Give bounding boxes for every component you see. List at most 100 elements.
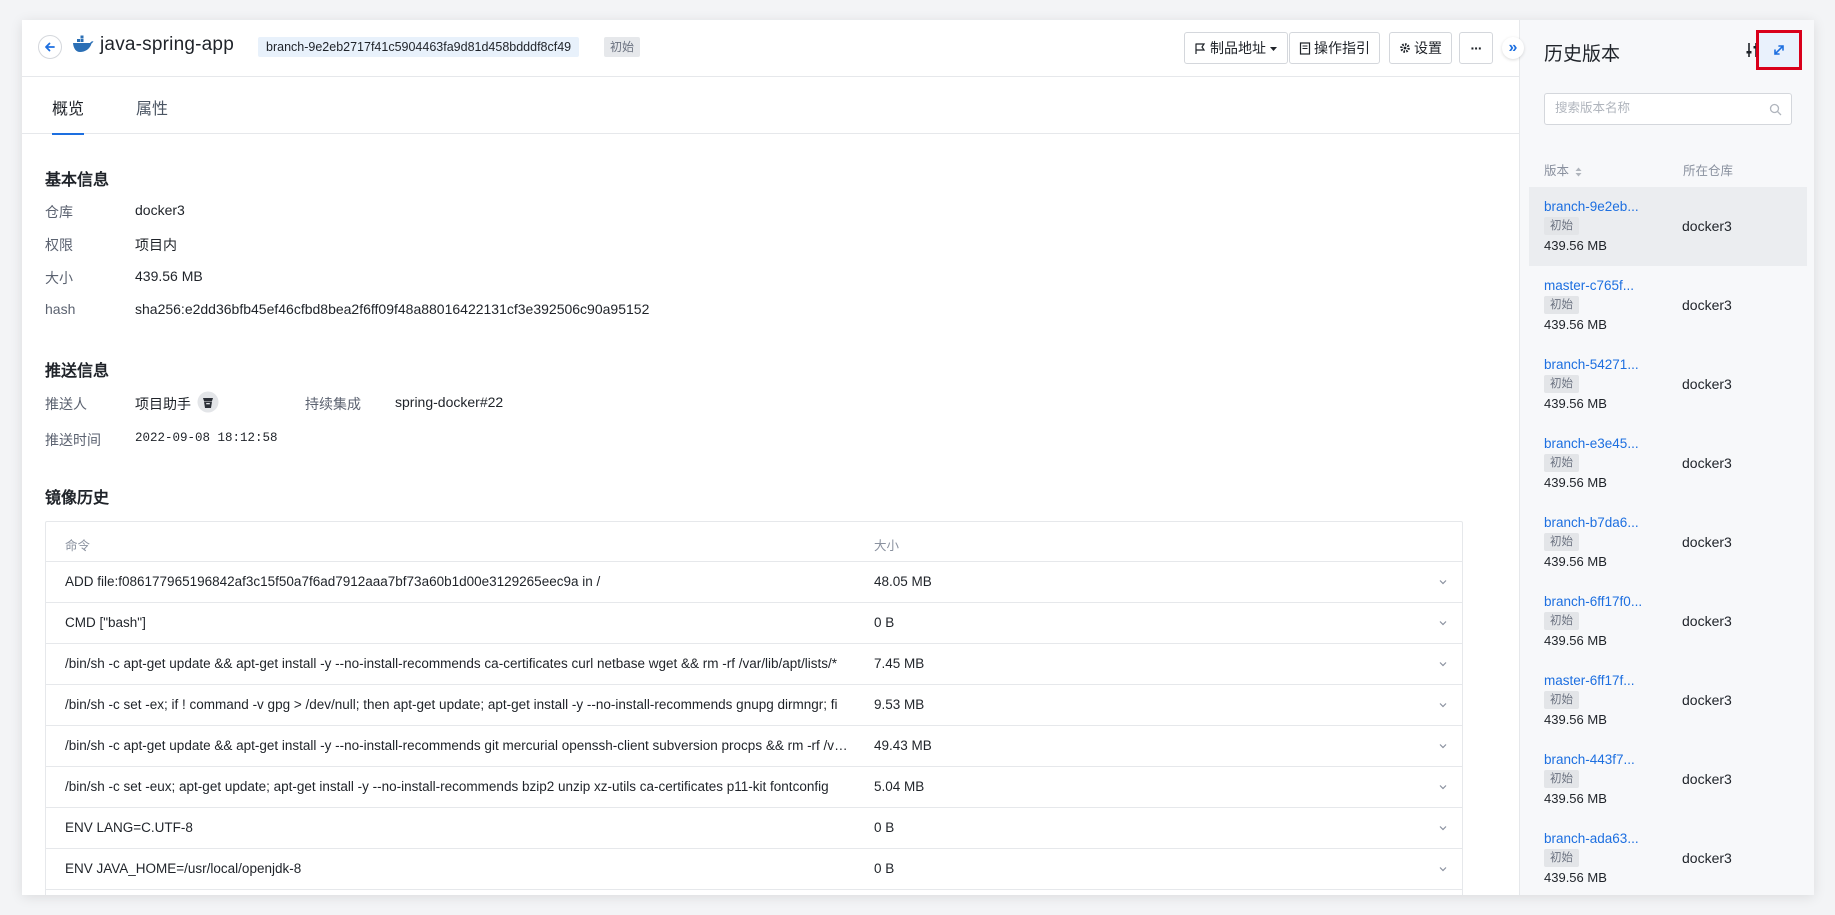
version-size: 439.56 MB <box>1544 712 1607 727</box>
header: java-spring-app branch-9e2eb2717f41c5904… <box>22 20 1519 77</box>
artifact-address-button[interactable]: 制品地址 <box>1184 32 1288 64</box>
version-search[interactable] <box>1544 93 1792 125</box>
expand-arrows-icon <box>1774 45 1784 55</box>
tab-properties[interactable]: 属性 <box>136 95 168 133</box>
size-cell: 7.45 MB <box>874 656 925 671</box>
version-size: 439.56 MB <box>1544 870 1607 885</box>
history-versions-panel: 历史版本 版本 所在仓库 branch-9e2eb...初始439.56 MBd <box>1519 20 1814 895</box>
version-column-header[interactable]: 版本 <box>1544 160 1582 179</box>
status-badge: 初始 <box>604 37 641 57</box>
more-button[interactable]: ··· <box>1459 32 1493 64</box>
table-row[interactable]: ADD file:f086177965196842af3c15f50a7f6ad… <box>46 562 1462 603</box>
version-name-link[interactable]: branch-443f7... <box>1544 752 1635 767</box>
chevron-down-icon[interactable] <box>1437 576 1449 588</box>
pusher-value: 项目助手 <box>135 396 191 412</box>
table-row[interactable]: CMD ["bash"] 0 B <box>46 603 1462 644</box>
size-cell: 0 B <box>874 615 895 630</box>
tab-overview[interactable]: 概览 <box>52 95 85 135</box>
size-column-header: 大小 <box>874 539 900 553</box>
version-name-link[interactable]: branch-54271... <box>1544 357 1639 372</box>
version-list-item[interactable]: branch-ada63... 初始 439.56 MB docker3 <box>1529 819 1807 895</box>
branch-tag: branch-9e2eb2717f41c5904463fa9d81d458bdd… <box>258 37 580 57</box>
settings-button[interactable]: 设置 <box>1389 32 1452 64</box>
gear-icon <box>1400 43 1410 53</box>
version-size: 439.56 MB <box>1544 554 1607 569</box>
robot-avatar <box>197 391 219 413</box>
chevron-down-icon[interactable] <box>1437 740 1449 752</box>
table-row[interactable]: /bin/sh -c apt-get update && apt-get ins… <box>46 726 1462 767</box>
collapse-panel-button[interactable]: » <box>1502 37 1524 59</box>
version-list-item[interactable]: branch-9e2eb... 初始 439.56 MB docker3 <box>1529 187 1807 266</box>
command-cell: ENV LANG=C.UTF-8 <box>65 820 193 835</box>
push-info-title: 推送信息 <box>45 363 110 380</box>
version-status-badge: 初始 <box>1544 691 1579 709</box>
version-name-link[interactable]: branch-b7da6... <box>1544 515 1639 530</box>
command-cell: ENV JAVA_HOME=/usr/local/openjdk-8 <box>65 861 302 876</box>
version-list-item[interactable]: master-6ff17f... 初始 439.56 MB docker3 <box>1529 661 1807 740</box>
back-button[interactable] <box>38 35 62 59</box>
artifact-detail: java-spring-app branch-9e2eb2717f41c5904… <box>22 20 1524 895</box>
hash-value: sha256:e2dd36bfb45ef46cfbd8bea2f6ff09f48… <box>135 301 650 317</box>
document-icon <box>1299 41 1311 55</box>
version-list-item[interactable]: branch-443f7... 初始 439.56 MB docker3 <box>1529 740 1807 819</box>
command-cell: ADD file:f086177965196842af3c15f50a7f6ad… <box>65 574 601 589</box>
hash-label: hash <box>45 301 76 317</box>
repo-column-header: 所在仓库 <box>1683 164 1734 178</box>
version-name-link[interactable]: master-c765f... <box>1544 278 1634 293</box>
settings-label: 设置 <box>1414 40 1442 56</box>
version-list-item[interactable]: branch-54271... 初始 439.56 MB docker3 <box>1529 345 1807 424</box>
command-cell: /bin/sh -c apt-get update && apt-get ins… <box>65 738 850 753</box>
size-cell: 5.04 MB <box>874 779 925 794</box>
size-cell: 0 B <box>874 820 895 835</box>
size-cell: 9.53 MB <box>874 697 925 712</box>
version-size: 439.56 MB <box>1544 317 1607 332</box>
tab-bar: 概览 属性 <box>22 77 1519 135</box>
version-status-badge: 初始 <box>1544 612 1579 630</box>
app-window: java-spring-app branch-9e2eb2717f41c5904… <box>22 20 1814 895</box>
version-name-link[interactable]: branch-9e2eb... <box>1544 199 1639 214</box>
table-row[interactable]: ENV JAVA_HOME=/usr/local/openjdk-8 0 B <box>46 849 1462 890</box>
chevron-down-icon[interactable] <box>1437 822 1449 834</box>
version-list-item[interactable]: branch-b7da6... 初始 439.56 MB docker3 <box>1529 503 1807 582</box>
push-time-value: 2022-09-08 18:12:58 <box>135 431 278 445</box>
table-row[interactable]: /bin/sh -c set -eux; apt-get update; apt… <box>46 767 1462 808</box>
version-list-item[interactable]: branch-e3e45... 初始 439.56 MB docker3 <box>1529 424 1807 503</box>
push-time-label: 推送时间 <box>45 432 101 448</box>
version-repo: docker3 <box>1682 850 1732 866</box>
permission-label: 权限 <box>45 237 73 253</box>
ci-value[interactable]: spring-docker#22 <box>395 394 503 410</box>
sort-icon <box>1575 167 1581 177</box>
version-status-badge: 初始 <box>1544 217 1579 235</box>
app-name: java-spring-app <box>100 34 234 55</box>
chevron-down-icon[interactable] <box>1437 781 1449 793</box>
table-row[interactable]: /bin/sh -c set -ex; if ! command -v gpg … <box>46 685 1462 726</box>
version-size: 439.56 MB <box>1544 791 1607 806</box>
docker-whale-icon <box>73 35 94 52</box>
chevron-down-icon[interactable] <box>1437 617 1449 629</box>
chevron-down-icon[interactable] <box>1437 658 1449 670</box>
version-name-link[interactable]: branch-e3e45... <box>1544 436 1639 451</box>
arrow-left-icon <box>45 42 55 52</box>
version-status-badge: 初始 <box>1544 454 1579 472</box>
version-repo: docker3 <box>1682 692 1732 708</box>
table-row[interactable]: ENV LANG=C.UTF-8 0 B <box>46 808 1462 849</box>
version-list-item[interactable]: branch-6ff17f0... 初始 439.56 MB docker3 <box>1529 582 1807 661</box>
chevron-down-icon[interactable] <box>1437 863 1449 875</box>
search-input[interactable] <box>1555 101 1765 115</box>
version-name-link[interactable]: master-6ff17f... <box>1544 673 1635 688</box>
version-name-link[interactable]: branch-6ff17f0... <box>1544 594 1642 609</box>
command-cell: /bin/sh -c set -eux; apt-get update; apt… <box>65 779 829 794</box>
table-row[interactable]: /bin/sh -c apt-get update && apt-get ins… <box>46 644 1462 685</box>
command-cell: /bin/sh -c set -ex; if ! command -v gpg … <box>65 697 838 712</box>
version-status-badge: 初始 <box>1544 533 1579 551</box>
version-name-link[interactable]: branch-ada63... <box>1544 831 1639 846</box>
version-repo: docker3 <box>1682 771 1732 787</box>
guide-button[interactable]: 操作指引 <box>1289 32 1380 64</box>
expand-button[interactable] <box>1756 30 1802 70</box>
chevron-down-icon[interactable] <box>1437 699 1449 711</box>
version-status-badge: 初始 <box>1544 296 1579 314</box>
version-list-item[interactable]: master-c765f... 初始 439.56 MB docker3 <box>1529 266 1807 345</box>
size-cell: 48.05 MB <box>874 574 932 589</box>
table-header: 命令 大小 <box>46 522 1462 562</box>
size-cell: 0 B <box>874 861 895 876</box>
